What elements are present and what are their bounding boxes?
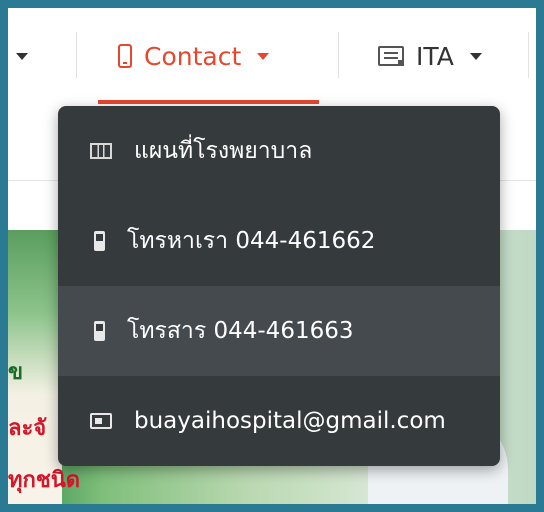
mobile-phone-icon [94,321,105,341]
document-icon [378,46,404,66]
contact-dropdown-menu: แผนที่โรงพยาบาล โทรหาเรา 044-461662 โทรส… [58,106,500,466]
nav-ita-label: ITA [416,41,454,71]
top-navbar: Contact ITA [8,8,536,104]
nav-ita[interactable]: ITA [378,8,482,104]
menu-item-label: แผนที่โรงพยาบาล [134,138,313,164]
menu-item-fax[interactable]: โทรสาร 044-461663 [58,286,500,376]
nav-divider [528,32,529,78]
menu-item-label: โทรสาร 044-461663 [127,318,354,344]
contact-card-icon [90,413,112,429]
banner-text: ละจั [8,416,47,441]
menu-item-hospital-map[interactable]: แผนที่โรงพยาบาล [58,106,500,196]
mobile-phone-icon [118,44,132,68]
browser-viewport: Contact ITA ข ละจั ทุกชนิด แผนที่โรงพยาบ… [8,8,536,504]
caret-down-icon [257,52,270,60]
menu-item-label: buayaihospital@gmail.com [134,408,446,434]
nav-divider [338,32,339,78]
menu-item-label: โทรหาเรา 044-461662 [127,228,376,254]
menu-item-call-us[interactable]: โทรหาเรา 044-461662 [58,196,500,286]
map-icon [90,143,112,159]
nav-divider [76,32,77,78]
caret-down-icon [469,52,482,60]
banner-text: ข [8,360,24,385]
banner-text: ทุกชนิด [8,468,81,493]
nav-previous-dropdown[interactable] [12,8,28,104]
active-underline [98,100,319,104]
mobile-phone-icon [94,231,105,251]
menu-item-email[interactable]: buayaihospital@gmail.com [58,376,500,466]
nav-contact-label: Contact [144,41,242,71]
caret-down-icon [16,52,28,60]
nav-contact[interactable]: Contact [118,8,270,104]
